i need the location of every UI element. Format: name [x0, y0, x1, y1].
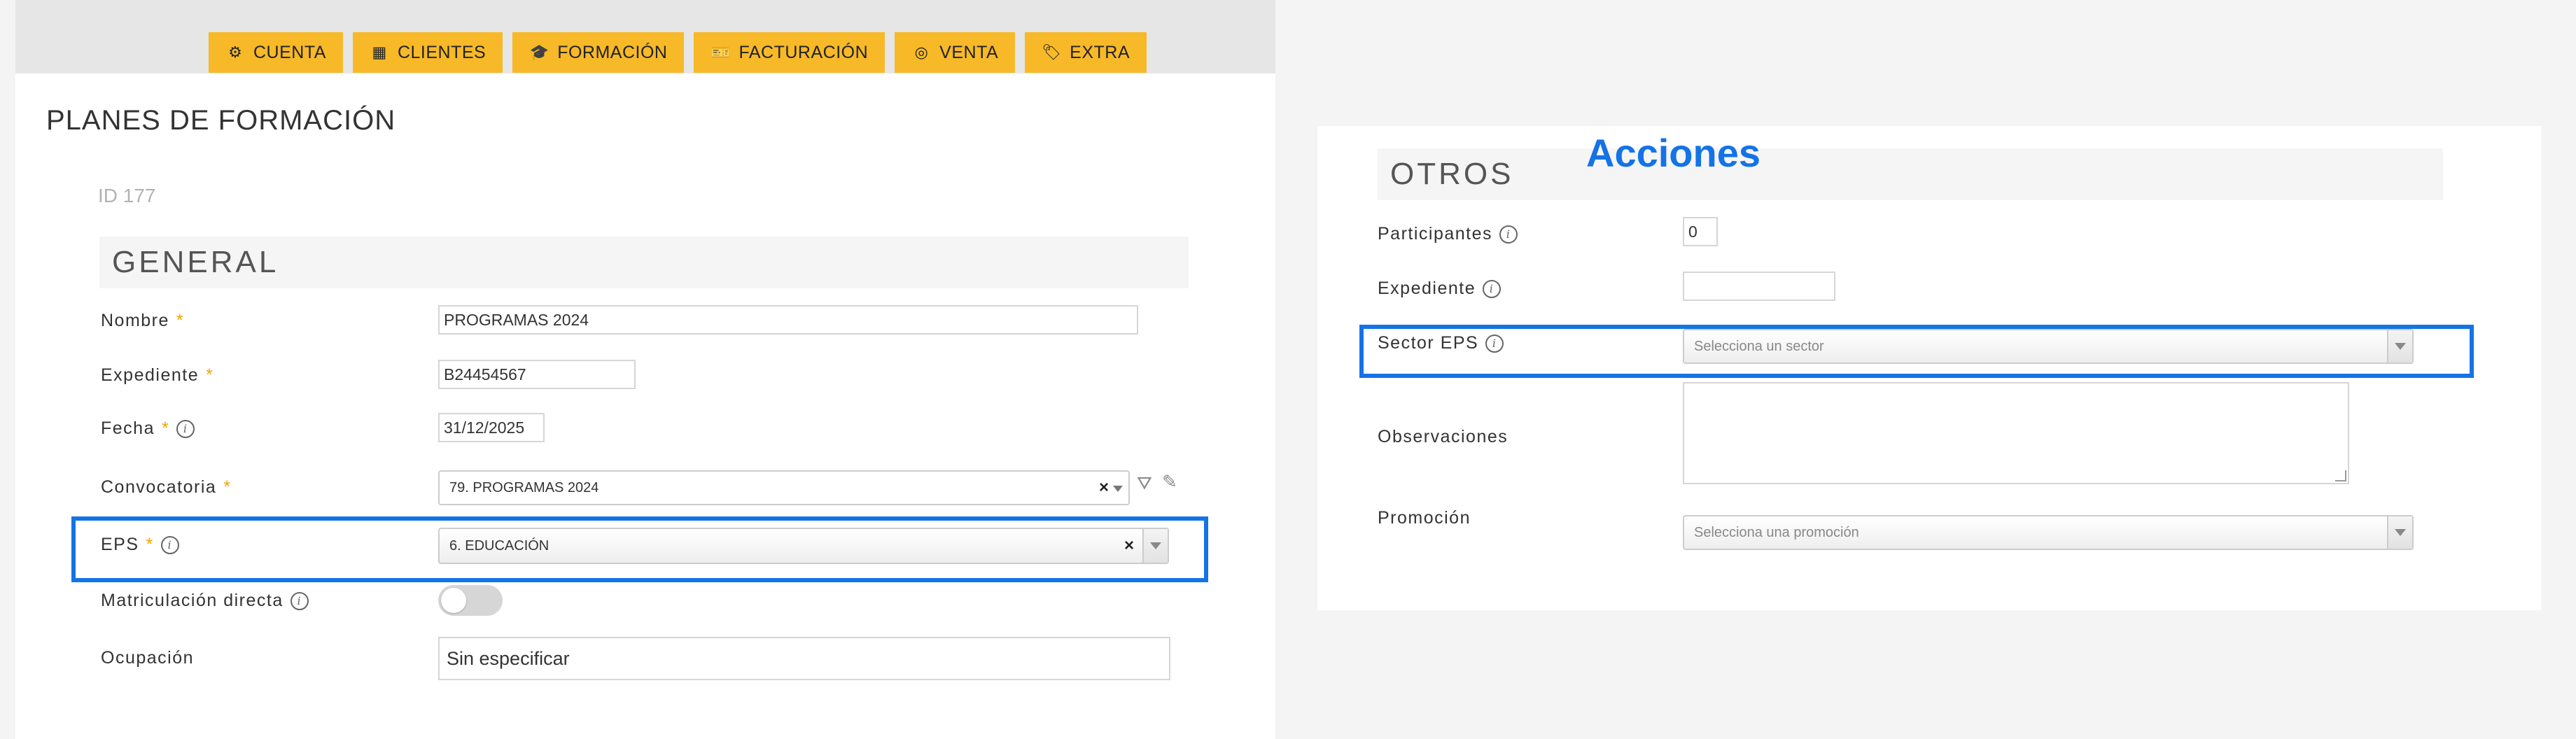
nav-item-clientes[interactable]: ▦ CLIENTES: [352, 32, 503, 73]
clear-icon[interactable]: ×: [1099, 478, 1109, 498]
nav-label: CUENTA: [253, 42, 326, 62]
nombre-label: Nombre *: [101, 311, 184, 331]
expediente-input[interactable]: B24454567: [438, 360, 636, 389]
promocion-placeholder: Selecciona una promoción: [1694, 524, 1859, 540]
matriculacion-toggle[interactable]: [438, 585, 503, 616]
general-section-title: GENERAL: [112, 245, 279, 279]
nombre-label-text: Nombre: [101, 311, 169, 330]
observaciones-textarea[interactable]: [1683, 382, 2349, 484]
right-panel: OTROS Participantes i 0 Expediente i Sec…: [1317, 126, 2541, 610]
required-marker: *: [206, 365, 214, 385]
nav-label: EXTRA: [1070, 42, 1130, 62]
target-icon: ◎: [914, 43, 928, 62]
matriculacion-label: Matriculación directa i: [101, 591, 309, 611]
filter-icon[interactable]: ⛛: [1137, 473, 1152, 495]
resize-grip-icon[interactable]: [2335, 470, 2346, 481]
required-marker: *: [161, 418, 170, 438]
matriculacion-label-text: Matriculación directa: [101, 591, 284, 610]
convocatoria-selected-value: 79. PROGRAMAS 2024: [449, 479, 599, 495]
nav-item-formacion[interactable]: 🎓 FORMACIÓN: [512, 32, 685, 73]
nav-label: CLIENTES: [397, 42, 486, 62]
fecha-label-text: Fecha: [101, 418, 155, 438]
convocatoria-label: Convocatoria *: [101, 477, 232, 498]
top-navigation-bar: ⚙ CUENTA ▦ CLIENTES 🎓 FORMACIÓN 🎫 FACTUR…: [15, 0, 1275, 73]
participantes-label: Participantes i: [1378, 224, 1518, 244]
nav-item-venta[interactable]: ◎ VENTA: [895, 32, 1016, 73]
otros-expediente-input[interactable]: [1683, 272, 1835, 301]
fecha-input[interactable]: 31/12/2025: [438, 413, 545, 442]
record-id: ID 177: [98, 185, 156, 206]
nav-label: VENTA: [939, 42, 999, 62]
participantes-label-text: Participantes: [1378, 224, 1493, 244]
convocatoria-label-text: Convocatoria: [101, 477, 217, 497]
promocion-label: Promoción: [1378, 508, 1471, 528]
nombre-input[interactable]: PROGRAMAS 2024: [438, 305, 1138, 335]
observaciones-label-text: Observaciones: [1378, 427, 1508, 446]
page-title: PLANES DE FORMACIÓN: [46, 105, 396, 136]
ticket-icon: 🎫: [710, 43, 731, 62]
ocupacion-label-text: Ocupación: [101, 648, 195, 668]
otros-section-title: OTROS: [1390, 157, 1514, 191]
main-nav: ⚙ CUENTA ▦ CLIENTES 🎓 FORMACIÓN 🎫 FACTUR…: [209, 32, 1147, 73]
acciones-overlay-label: Acciones: [1586, 131, 1760, 175]
chevron-down-icon[interactable]: [1113, 486, 1123, 492]
otros-expediente-label-text: Expediente: [1378, 279, 1476, 298]
toggle-knob: [441, 588, 466, 613]
dropdown-toggle[interactable]: [2387, 516, 2412, 549]
graduation-cap-icon: 🎓: [529, 43, 549, 62]
convocatoria-select[interactable]: 79. PROGRAMAS 2024 ×: [438, 470, 1130, 505]
nav-label: FORMACIÓN: [557, 42, 668, 62]
expediente-label-text: Expediente: [101, 365, 200, 385]
promocion-select[interactable]: Selecciona una promoción: [1683, 515, 2414, 550]
chevron-down-icon: [2395, 529, 2406, 536]
info-icon[interactable]: i: [1483, 279, 1502, 298]
promocion-label-text: Promoción: [1378, 508, 1471, 528]
otros-section-header: OTROS: [1378, 148, 2443, 200]
left-panel: ⚙ CUENTA ▦ CLIENTES 🎓 FORMACIÓN 🎫 FACTUR…: [15, 0, 1275, 739]
required-marker: *: [223, 477, 232, 497]
general-section-header: GENERAL: [99, 237, 1189, 288]
nav-item-extra[interactable]: 🏷 EXTRA: [1025, 32, 1147, 73]
sector-eps-highlight-box: [1359, 325, 2474, 378]
nav-label: FACTURACIÓN: [738, 42, 869, 62]
building-icon: ▦: [372, 43, 387, 62]
info-icon[interactable]: i: [176, 419, 195, 438]
gears-icon: ⚙: [228, 43, 242, 62]
tag-icon: 🏷: [1042, 43, 1062, 62]
pencil-icon[interactable]: ✎: [1162, 472, 1177, 493]
participantes-input[interactable]: 0: [1683, 217, 1718, 246]
expediente-label: Expediente *: [101, 365, 214, 386]
nav-item-cuenta[interactable]: ⚙ CUENTA: [209, 32, 343, 73]
info-icon[interactable]: i: [290, 591, 309, 610]
info-icon[interactable]: i: [1499, 225, 1518, 244]
fecha-label: Fecha * i: [101, 418, 195, 439]
observaciones-label: Observaciones: [1378, 427, 1508, 447]
ocupacion-input[interactable]: Sin especificar: [438, 637, 1170, 680]
nav-item-facturacion[interactable]: 🎫 FACTURACIÓN: [694, 32, 886, 73]
required-marker: *: [176, 311, 185, 330]
otros-expediente-label: Expediente i: [1378, 279, 1502, 299]
eps-highlight-box: [71, 516, 1208, 582]
ocupacion-label: Ocupación: [101, 648, 194, 668]
